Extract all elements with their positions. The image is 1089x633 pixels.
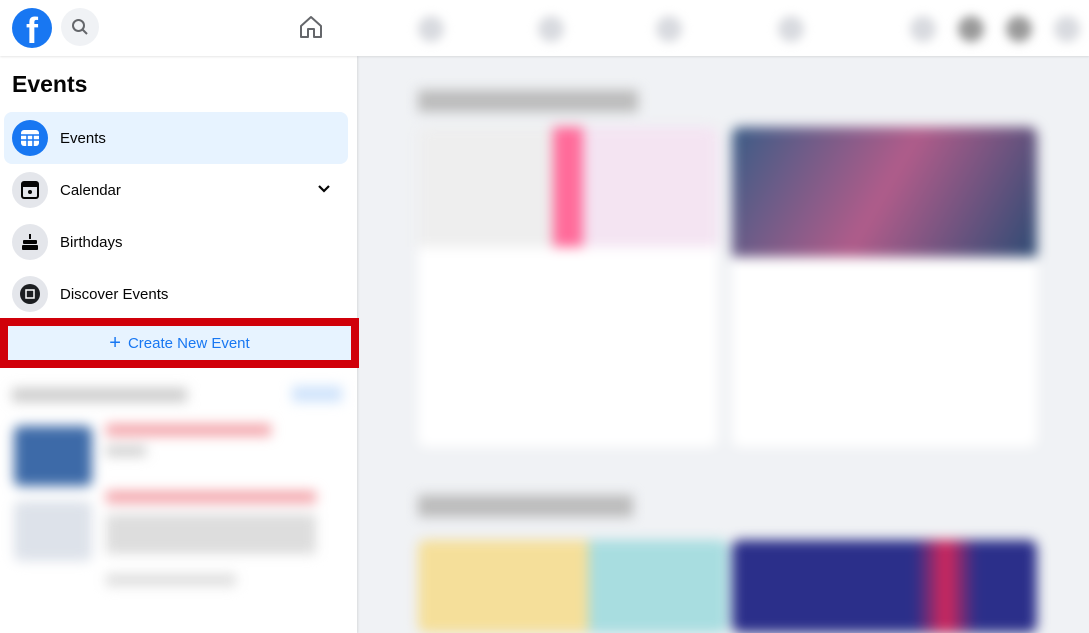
sidebar: Events Events Calendar Birthdays Discove…: [0, 56, 359, 633]
sidebar-item-label: Discover Events: [60, 285, 169, 303]
home-button[interactable]: [298, 14, 324, 45]
sidebar-item-events[interactable]: Events: [4, 112, 348, 164]
plus-icon: +: [109, 331, 121, 354]
home-icon: [300, 16, 322, 38]
sidebar-item-label: Calendar: [60, 181, 121, 199]
facebook-logo[interactable]: f: [12, 8, 52, 48]
sidebar-item-discover-events[interactable]: Discover Events: [4, 268, 348, 320]
birthday-cake-icon: [12, 224, 48, 260]
create-new-event-button[interactable]: + Create New Event: [8, 326, 351, 360]
search-button[interactable]: [61, 8, 99, 46]
blurred-nav: [360, 0, 1089, 56]
search-icon: [72, 19, 88, 35]
sidebar-item-birthdays[interactable]: Birthdays: [4, 216, 348, 268]
page-title: Events: [12, 71, 88, 97]
chevron-down-icon[interactable]: [316, 180, 332, 196]
highlight-box: + Create New Event: [0, 318, 359, 368]
sidebar-item-label: Events: [60, 129, 106, 147]
calendar-grid-icon: [12, 120, 48, 156]
sidebar-item-calendar[interactable]: Calendar: [4, 164, 348, 216]
top-bar: f: [0, 0, 1089, 56]
sidebar-item-label: Birthdays: [60, 233, 123, 251]
calendar-star-icon: [12, 172, 48, 208]
discover-icon: [12, 276, 48, 312]
create-button-label: Create New Event: [127, 334, 250, 352]
